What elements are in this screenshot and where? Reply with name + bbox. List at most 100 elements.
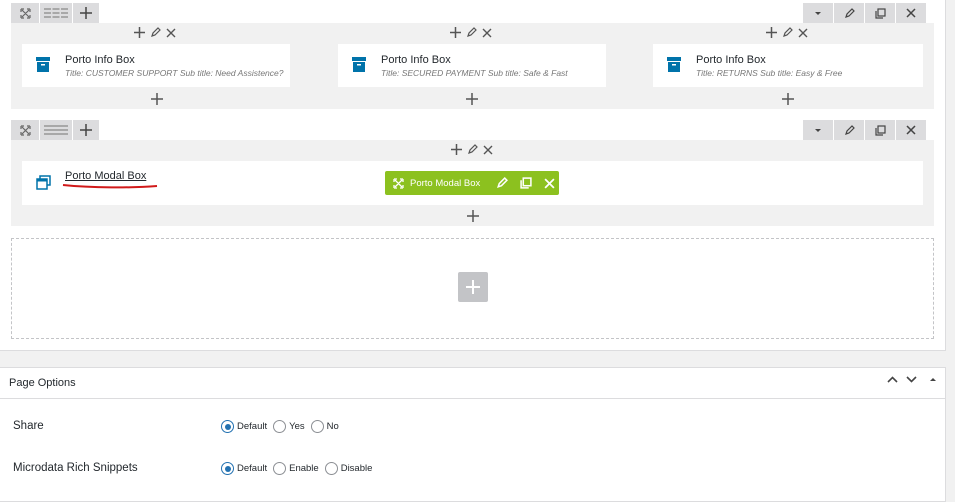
row1-column-1: Porto Info Box Title: CUSTOMER SUPPORT S…	[11, 23, 304, 109]
clone-icon[interactable]	[520, 177, 532, 189]
expand-icon	[19, 7, 31, 19]
close-icon[interactable]	[166, 28, 176, 38]
add-row-button[interactable]	[458, 272, 488, 302]
row1-toggle-button[interactable]	[803, 3, 833, 23]
share-label: Share	[13, 420, 44, 432]
move-icon[interactable]	[393, 177, 404, 189]
close-icon[interactable]	[798, 28, 808, 38]
clone-icon	[874, 124, 886, 136]
page-options-panel: Page Options Share Default Yes No Microd…	[0, 367, 946, 502]
radio-microdata-disable[interactable]: Disable	[324, 462, 373, 475]
add-element-icon[interactable]	[782, 93, 794, 105]
pencil-icon[interactable]	[150, 27, 161, 38]
chevron-up-icon[interactable]	[887, 376, 898, 383]
row2-left-controls	[11, 120, 99, 140]
element-title: Porto Info Box	[696, 54, 766, 66]
caret-down-icon	[815, 128, 821, 132]
radio-share-no[interactable]: No	[310, 420, 339, 433]
pencil-icon[interactable]	[496, 177, 509, 189]
row2-edit-button[interactable]	[834, 120, 864, 140]
pencil-icon[interactable]	[467, 144, 478, 155]
row1-column-2: Porto Info Box Title: SECURED PAYMENT Su…	[326, 23, 618, 109]
radio-circle[interactable]	[273, 462, 287, 475]
microdata-label: Microdata Rich Snippets	[13, 462, 138, 474]
close-icon[interactable]	[482, 28, 492, 38]
row1-resize-button[interactable]	[11, 3, 39, 23]
info-box-element[interactable]: Porto Info Box Title: SECURED PAYMENT Su…	[338, 44, 606, 87]
pencil-icon[interactable]	[466, 27, 477, 38]
plus-icon[interactable]	[451, 144, 462, 155]
column-controls	[450, 27, 492, 38]
plus-icon[interactable]	[450, 27, 461, 38]
toolbar-label: Porto Modal Box	[410, 177, 481, 189]
close-icon[interactable]	[544, 177, 555, 189]
page-builder: Porto Info Box Title: CUSTOMER SUPPORT S…	[0, 0, 946, 351]
expand-icon	[19, 124, 31, 136]
caret-down-icon	[815, 11, 821, 15]
radio-share-yes[interactable]: Yes	[273, 420, 305, 433]
red-underline-annotation	[62, 184, 158, 189]
radio-microdata-enable[interactable]: Enable	[273, 462, 319, 475]
columns-icon	[44, 8, 68, 18]
pencil-icon	[844, 124, 855, 135]
row2-add-button[interactable]	[73, 120, 99, 140]
radio-microdata-default[interactable]: Default	[221, 462, 267, 475]
plus-icon[interactable]	[766, 27, 777, 38]
row1-add-button[interactable]	[73, 3, 99, 23]
microdata-radio-group: Default Enable Disable	[221, 462, 378, 475]
radio-label: Default	[237, 421, 268, 432]
archive-box-icon	[667, 57, 681, 72]
radio-label: Disable	[340, 463, 373, 474]
row2-layout-button[interactable]	[40, 120, 72, 140]
radio-circle[interactable]	[221, 420, 234, 433]
plus-icon	[80, 124, 92, 136]
info-box-element[interactable]: Porto Info Box Title: CUSTOMER SUPPORT S…	[22, 44, 290, 87]
radio-label: Enable	[289, 463, 319, 474]
pencil-icon[interactable]	[782, 27, 793, 38]
row1-left-controls	[11, 3, 99, 23]
radio-label: Yes	[289, 421, 305, 432]
element-hover-toolbar: Porto Modal Box	[385, 171, 559, 195]
chevron-down-icon[interactable]	[906, 376, 917, 383]
element-subtitle: Title: CUSTOMER SUPPORT Sub title: Need …	[65, 68, 284, 78]
radio-circle[interactable]	[221, 462, 234, 475]
close-icon[interactable]	[483, 145, 493, 155]
row2-resize-button[interactable]	[11, 120, 39, 140]
row2-toggle-button[interactable]	[803, 120, 833, 140]
row1-delete-button[interactable]	[896, 3, 926, 23]
panel-controls	[887, 376, 937, 383]
element-title: Porto Info Box	[65, 54, 135, 66]
row1-clone-button[interactable]	[865, 3, 895, 23]
element-title: Porto Modal Box	[65, 170, 147, 182]
modal-window-icon	[36, 175, 51, 190]
radio-label: Default	[237, 463, 268, 474]
column-controls	[766, 27, 808, 38]
row2-right-controls	[803, 120, 926, 140]
empty-row-drop-zone[interactable]	[11, 238, 934, 339]
radio-circle[interactable]	[324, 462, 338, 475]
info-box-element[interactable]: Porto Info Box Title: RETURNS Sub title:…	[653, 44, 923, 87]
panel-title: Page Options	[9, 377, 76, 389]
close-icon	[906, 125, 916, 135]
plus-icon[interactable]	[134, 27, 145, 38]
add-element-icon[interactable]	[151, 93, 163, 105]
caret-up-icon[interactable]	[929, 377, 937, 382]
radio-circle[interactable]	[273, 420, 287, 433]
row2-delete-button[interactable]	[896, 120, 926, 140]
add-element-icon[interactable]	[466, 93, 478, 105]
close-icon	[906, 8, 916, 18]
radio-share-default[interactable]: Default	[221, 420, 267, 433]
row1-body: Porto Info Box Title: CUSTOMER SUPPORT S…	[11, 23, 934, 109]
row1-column-3: Porto Info Box Title: RETURNS Sub title:…	[642, 23, 934, 109]
radio-circle[interactable]	[310, 420, 324, 433]
row1-layout-button[interactable]	[40, 3, 72, 23]
panel-header: Page Options	[0, 368, 945, 399]
rows-icon	[44, 125, 68, 135]
pencil-icon	[844, 7, 855, 18]
element-subtitle: Title: SECURED PAYMENT Sub title: Safe &…	[381, 68, 568, 78]
plus-icon	[466, 280, 480, 294]
add-element-icon[interactable]	[467, 210, 479, 222]
column-controls	[451, 144, 493, 155]
row2-clone-button[interactable]	[865, 120, 895, 140]
row1-edit-button[interactable]	[834, 3, 864, 23]
